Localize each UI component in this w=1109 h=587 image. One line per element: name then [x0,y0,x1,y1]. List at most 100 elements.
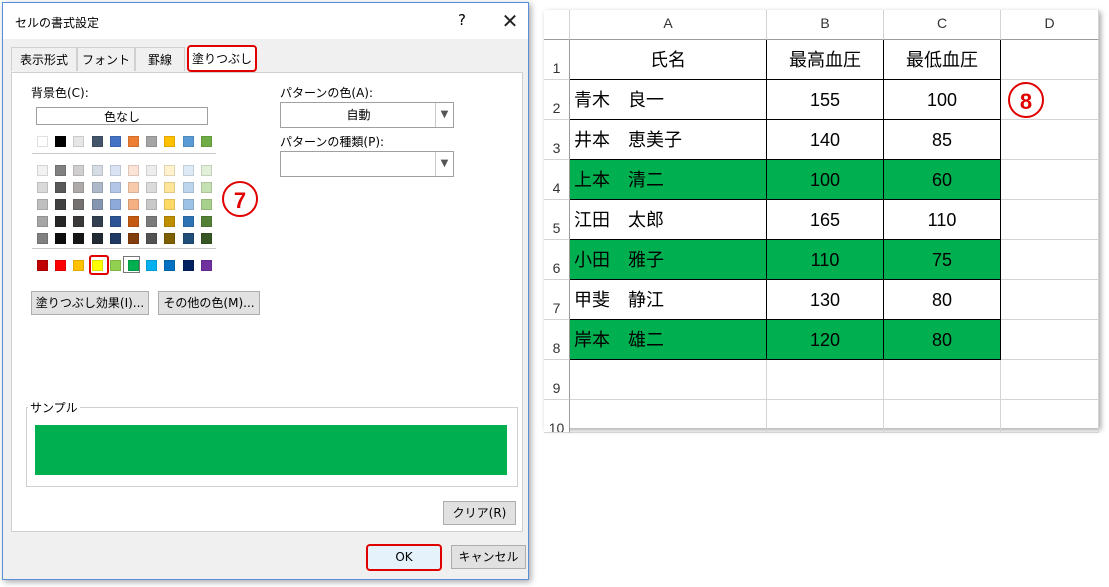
row-header[interactable]: 5 [544,200,570,240]
cell[interactable] [1001,240,1099,280]
color-swatch[interactable] [182,165,194,176]
color-swatch[interactable] [146,136,158,147]
color-swatch[interactable] [109,165,121,176]
color-swatch[interactable] [146,165,158,176]
color-swatch[interactable] [91,233,103,244]
color-swatch[interactable] [164,216,176,227]
color-swatch[interactable] [128,233,139,244]
color-swatch[interactable] [109,182,121,193]
color-swatch[interactable] [91,182,103,193]
data-cell[interactable]: 上本 清二 [570,160,767,200]
data-cell[interactable]: 130 [767,280,884,320]
row-header[interactable]: 6 [544,240,570,280]
data-cell[interactable]: 60 [884,160,1001,200]
data-cell[interactable]: 75 [884,240,1001,280]
color-swatch[interactable] [200,165,212,176]
cell[interactable] [767,400,884,433]
color-swatch[interactable] [91,136,103,147]
close-icon[interactable]: ✕ [495,6,525,36]
data-cell[interactable]: 100 [767,160,884,200]
data-cell[interactable]: 120 [767,320,884,360]
cell[interactable] [1001,120,1099,160]
color-swatch[interactable] [182,216,194,227]
cell[interactable] [1001,400,1099,433]
more-colors-button[interactable]: その他の色(M)... [158,291,260,315]
color-swatch[interactable] [73,136,85,147]
color-swatch[interactable] [109,216,121,227]
cancel-button[interactable]: キャンセル [451,545,526,569]
tab-number-format[interactable]: 表示形式 [11,47,77,71]
chevron-down-icon[interactable]: ▼ [435,152,453,176]
row-header[interactable]: 9 [544,360,570,400]
color-swatch[interactable] [164,233,176,244]
color-swatch[interactable] [200,136,212,147]
color-swatch[interactable] [146,216,158,227]
help-icon[interactable]: ? [458,11,466,29]
cell[interactable] [1001,280,1099,320]
column-header[interactable]: C [884,10,1001,40]
color-swatch[interactable] [37,216,48,227]
color-swatch[interactable] [146,182,158,193]
color-swatch[interactable] [182,136,194,147]
cell[interactable] [570,360,767,400]
color-swatch[interactable] [109,199,121,210]
color-swatch[interactable] [182,182,194,193]
standard-color-swatch[interactable] [182,260,194,271]
color-swatch[interactable] [91,199,103,210]
color-swatch[interactable] [182,199,194,210]
chevron-down-icon[interactable]: ▼ [435,103,453,127]
cell[interactable] [1001,200,1099,240]
row-header[interactable]: 10 [544,400,570,433]
standard-color-swatch[interactable] [109,260,121,271]
color-swatch[interactable] [37,136,48,147]
tab-fill[interactable]: 塗りつぶし [187,45,257,72]
color-swatch[interactable] [128,199,139,210]
color-swatch[interactable] [55,216,67,227]
standard-color-swatch[interactable] [164,260,176,271]
color-swatch[interactable] [37,233,48,244]
color-swatch[interactable] [37,182,48,193]
color-swatch[interactable] [128,136,139,147]
standard-color-swatch[interactable] [128,260,139,271]
color-swatch[interactable] [55,165,67,176]
fill-effects-button[interactable]: 塗りつぶし効果(I)... [31,291,149,315]
header-cell[interactable]: 最高血圧 [767,40,884,80]
pattern-color-select[interactable]: 自動 ▼ [280,102,454,128]
standard-color-swatch[interactable] [55,260,67,271]
data-cell[interactable]: 青木 良一 [570,80,767,120]
color-swatch[interactable] [73,216,85,227]
color-swatch[interactable] [200,233,212,244]
header-cell[interactable]: 最低血圧 [884,40,1001,80]
color-swatch[interactable] [182,233,194,244]
color-swatch[interactable] [146,199,158,210]
row-header[interactable]: 1 [544,40,570,80]
cell[interactable] [1001,360,1099,400]
data-cell[interactable]: 85 [884,120,1001,160]
row-header[interactable]: 8 [544,320,570,360]
row-header[interactable]: 4 [544,160,570,200]
color-swatch[interactable] [37,165,48,176]
data-cell[interactable]: 岸本 雄二 [570,320,767,360]
color-swatch[interactable] [128,216,139,227]
data-cell[interactable]: 110 [884,200,1001,240]
cell[interactable] [767,360,884,400]
color-swatch[interactable] [164,182,176,193]
color-swatch[interactable] [164,136,176,147]
cell[interactable] [884,360,1001,400]
color-swatch[interactable] [73,199,85,210]
data-cell[interactable]: 小田 雅子 [570,240,767,280]
color-swatch[interactable] [164,165,176,176]
row-header[interactable]: 2 [544,80,570,120]
data-cell[interactable]: 100 [884,80,1001,120]
color-swatch[interactable] [73,233,85,244]
color-swatch[interactable] [73,165,85,176]
standard-color-swatch[interactable] [37,260,48,271]
tab-border[interactable]: 罫線 [135,47,185,71]
tab-font[interactable]: フォント [77,47,135,71]
standard-color-swatch[interactable] [146,260,158,271]
row-header[interactable]: 3 [544,120,570,160]
color-swatch[interactable] [200,182,212,193]
select-all-corner[interactable] [544,10,570,40]
color-swatch[interactable] [128,165,139,176]
pattern-type-select[interactable]: ▼ [280,151,454,177]
